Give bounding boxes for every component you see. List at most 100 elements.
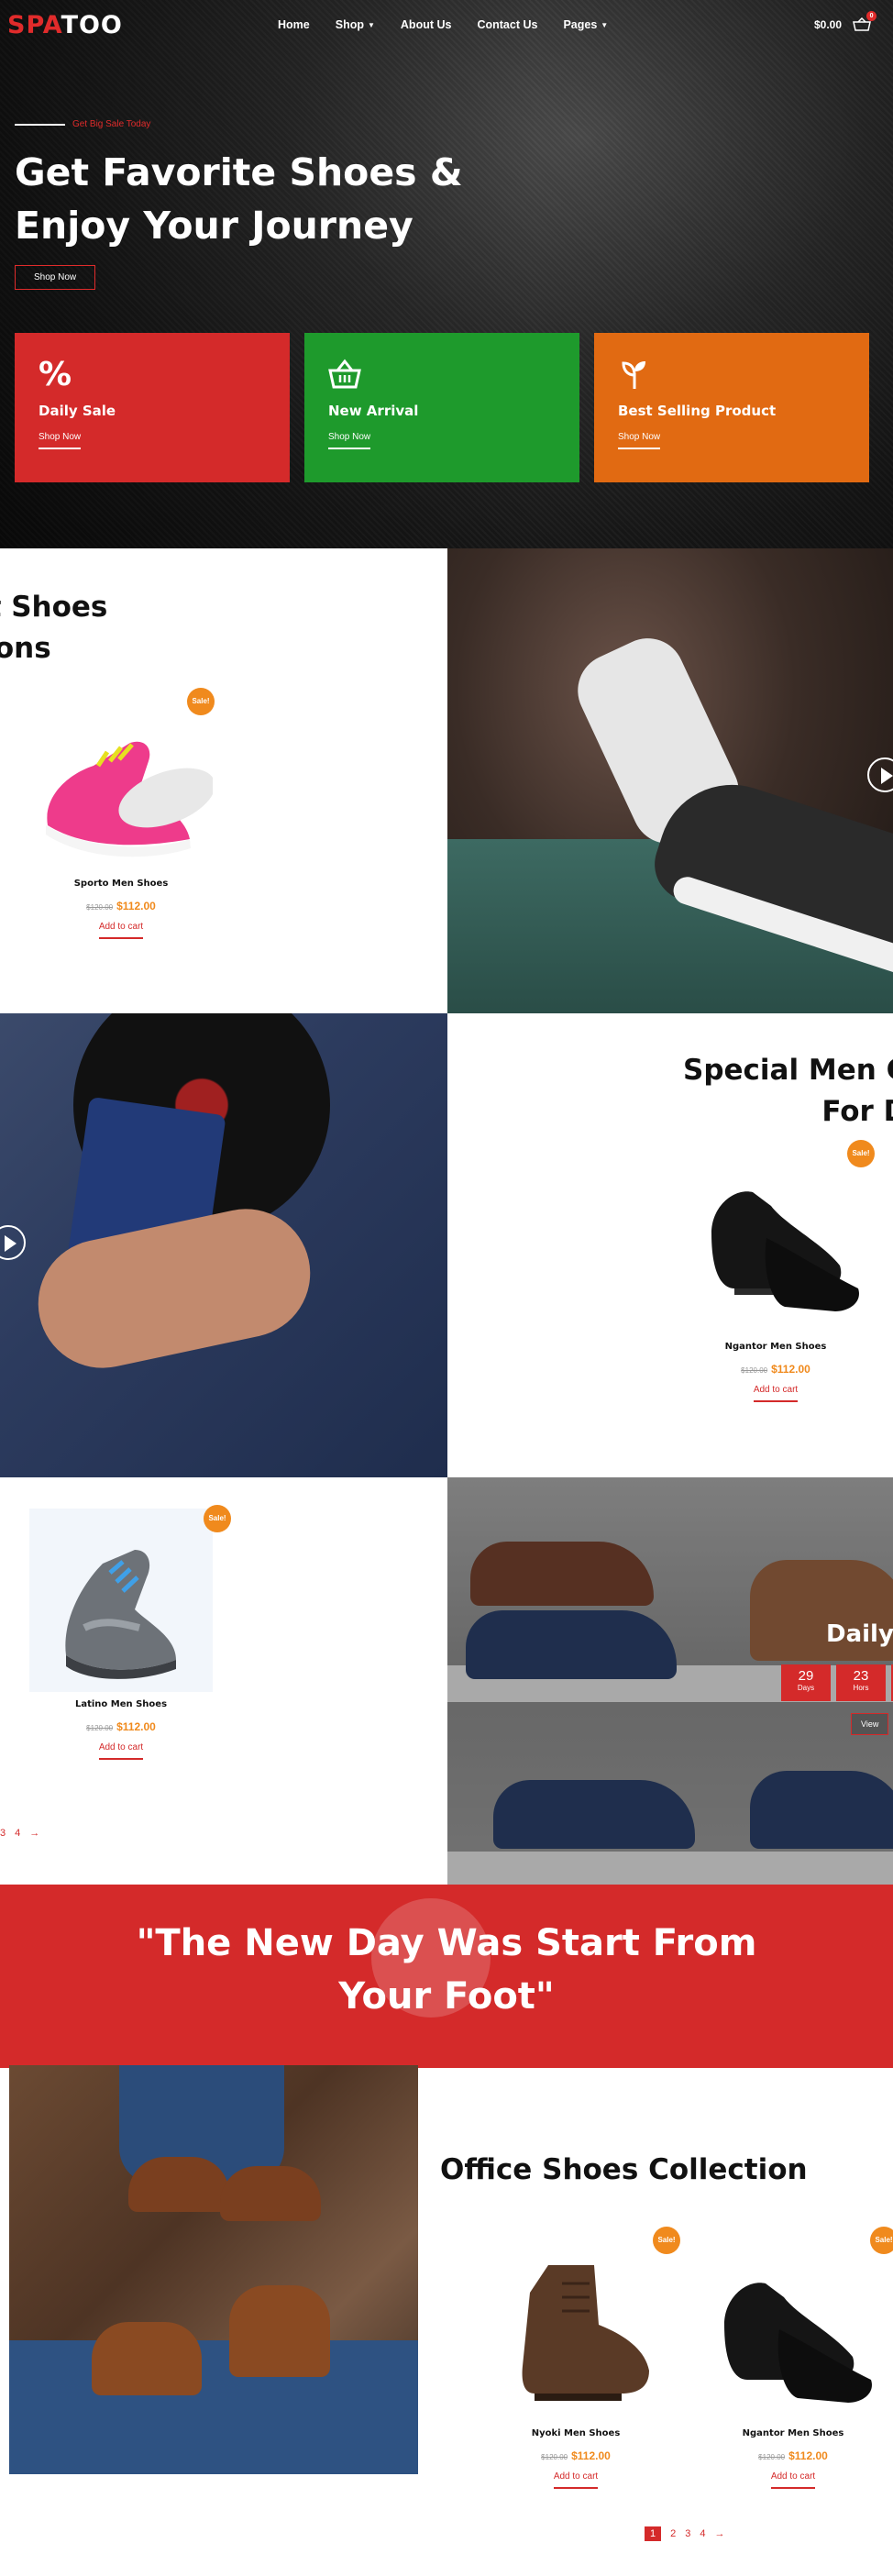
- promo-title: Best Selling Product: [618, 403, 777, 419]
- countdown-days: 29 Days: [781, 1664, 831, 1701]
- countdown-value: 29: [798, 1668, 814, 1684]
- product-image[interactable]: Sale!: [484, 2227, 680, 2421]
- title-line-1: Special Men C: [683, 1054, 893, 1087]
- product-image[interactable]: Sale!: [29, 1505, 231, 1692]
- promo-best-selling[interactable]: Best Selling Product Shop Now: [594, 333, 869, 482]
- page-link-4[interactable]: 4: [700, 2528, 705, 2539]
- nav-label: Contact Us: [477, 18, 538, 31]
- caret-down-icon: ▼: [601, 20, 609, 29]
- product-card-sporto[interactable]: Sale! Sporto Men Shoes $120.00 $112.00 Ad…: [20, 688, 222, 939]
- product-card-ngantor[interactable]: Sale! Ngantor Men Shoes $120.00 $112.00 A…: [675, 1140, 876, 1402]
- sale-price: $112.00: [571, 2449, 611, 2462]
- shoe-shape: [220, 2166, 321, 2221]
- product-card-ngantor-2[interactable]: Sale! Ngantor Men Shoes $120.00 $112.00 A…: [692, 2227, 893, 2489]
- nav-item-pages[interactable]: Pages ▼: [563, 18, 608, 31]
- product-price: $120.00 $112.00: [692, 2449, 893, 2462]
- photo-shoe-shelf: Daily 29 Days 23 Hors View: [447, 1477, 893, 1885]
- photo-office-shoes: [9, 2065, 418, 2474]
- add-to-cart-button[interactable]: Add to cart: [753, 1385, 799, 1402]
- sale-badge: Sale!: [870, 2227, 893, 2254]
- product-name[interactable]: Latino Men Shoes: [20, 1699, 222, 1709]
- daily-deal-title: Daily: [826, 1620, 893, 1648]
- nav-label: Pages: [563, 18, 598, 31]
- nav-label: About Us: [400, 18, 452, 31]
- special-men-title: Special Men C For D: [683, 1050, 893, 1133]
- boot-brown-icon: [522, 2265, 649, 2401]
- quote-banner: "The New Day Was Start From Your Foot": [0, 1885, 893, 2068]
- page-link-3[interactable]: 3: [0, 1828, 6, 1839]
- next-page-arrow-icon[interactable]: →: [715, 2528, 725, 2539]
- quote-line-2: Your Foot": [338, 1975, 555, 2018]
- navbar: SPATOO Home Shop ▼ About Us Contact Us Pa…: [0, 0, 893, 51]
- cart-total: $0.00: [814, 18, 843, 31]
- promo-title: New Arrival: [328, 403, 419, 419]
- promo-shop-now-link[interactable]: Shop Now: [618, 432, 661, 449]
- sneaker-grey-icon: [65, 1550, 176, 1679]
- product-image[interactable]: Sale!: [701, 2227, 893, 2421]
- old-price: $120.00: [758, 2453, 786, 2461]
- promo-daily-sale[interactable]: % Daily Sale Shop Now: [15, 333, 290, 482]
- shoe-shape: [229, 2285, 330, 2377]
- page-link-3[interactable]: 3: [685, 2528, 690, 2539]
- promo-row: % Daily Sale Shop Now New Arrival Shop N…: [15, 333, 869, 482]
- hero-shop-now-button[interactable]: Shop Now: [15, 265, 96, 290]
- page-link-1-current[interactable]: 1: [645, 2526, 662, 2541]
- add-to-cart-button[interactable]: Add to cart: [98, 1742, 144, 1760]
- jeans-shape: [9, 2340, 418, 2474]
- basket-icon: [328, 359, 361, 392]
- add-to-cart-button[interactable]: Add to cart: [98, 922, 144, 939]
- nav-item-shop[interactable]: Shop ▼: [336, 18, 375, 31]
- office-collection-title: Office Shoes Collection: [440, 2153, 808, 2186]
- nav-item-contact[interactable]: Contact Us: [477, 18, 537, 31]
- caret-down-icon: ▼: [367, 20, 375, 29]
- photo-tying-shoe: [447, 548, 893, 1013]
- promo-shop-now-link[interactable]: Shop Now: [328, 432, 371, 449]
- page-link-4[interactable]: 4: [15, 1828, 20, 1839]
- sale-badge: Sale!: [187, 688, 215, 715]
- pagination-left: 3 4 →: [0, 1828, 39, 1839]
- product-card-latino[interactable]: Sale! Latino Men Shoes $120.00 $112.00 Ad…: [20, 1505, 231, 1760]
- product-price: $120.00 $112.00: [20, 900, 222, 912]
- photo-reading-book: [0, 1013, 447, 1477]
- nav-label: Home: [278, 18, 310, 31]
- main-nav: Home Shop ▼ About Us Contact Us Pages ▼: [278, 18, 634, 31]
- shoe-shape: [92, 2322, 202, 2395]
- oxford-black-icon: [711, 1191, 859, 1311]
- promo-new-arrival[interactable]: New Arrival Shop Now: [304, 333, 579, 482]
- cart-button[interactable]: $0.00 0: [814, 11, 877, 32]
- countdown-unit: Days: [797, 1684, 815, 1692]
- countdown-timer: 29 Days 23 Hors: [781, 1664, 893, 1701]
- nav-item-about[interactable]: About Us: [401, 18, 452, 31]
- product-card-nyoki[interactable]: Sale! Nyoki Men Shoes $120.00 $112.00 Add…: [475, 2227, 680, 2489]
- sprout-icon: [618, 359, 651, 392]
- product-name[interactable]: Ngantor Men Shoes: [692, 2428, 893, 2438]
- logo[interactable]: SPATOO: [7, 11, 123, 39]
- old-price: $120.00: [741, 1366, 768, 1375]
- promo-shop-now-link[interactable]: Shop Now: [39, 432, 82, 449]
- shoe-shape: [128, 2157, 229, 2212]
- quote-text: "The New Day Was Start From Your Foot": [0, 1917, 893, 2023]
- product-name[interactable]: Nyoki Men Shoes: [475, 2428, 677, 2438]
- view-deal-button[interactable]: View: [851, 1713, 889, 1735]
- product-image[interactable]: Sale!: [29, 688, 215, 871]
- quote-line-1: "The New Day Was Start From: [136, 1922, 757, 1964]
- eyebrow-line: [15, 123, 65, 126]
- product-image[interactable]: Sale!: [684, 1140, 875, 1334]
- sale-price: $112.00: [771, 1363, 810, 1376]
- add-to-cart-button[interactable]: Add to cart: [553, 2471, 599, 2489]
- next-page-arrow-icon[interactable]: →: [29, 1828, 39, 1839]
- title-line-2: For D: [821, 1095, 893, 1128]
- sale-price: $112.00: [116, 900, 156, 912]
- nav-item-home[interactable]: Home: [278, 18, 310, 31]
- product-name[interactable]: Ngantor Men Shoes: [675, 1342, 876, 1352]
- product-name[interactable]: Sporto Men Shoes: [20, 879, 222, 889]
- hero-title: Get Favorite Shoes & Enjoy Your Journey: [15, 146, 528, 252]
- product-price: $120.00 $112.00: [475, 2449, 677, 2462]
- hand-shape: [26, 1197, 323, 1380]
- sneaker-pink-icon: [46, 741, 215, 857]
- countdown-hours: 23 Hors: [836, 1664, 886, 1701]
- sport-shoes-title: ort Shoes ctions: [0, 587, 107, 669]
- page-link-2[interactable]: 2: [670, 2528, 676, 2539]
- oxford-black-icon: [724, 2283, 872, 2403]
- add-to-cart-button[interactable]: Add to cart: [770, 2471, 816, 2489]
